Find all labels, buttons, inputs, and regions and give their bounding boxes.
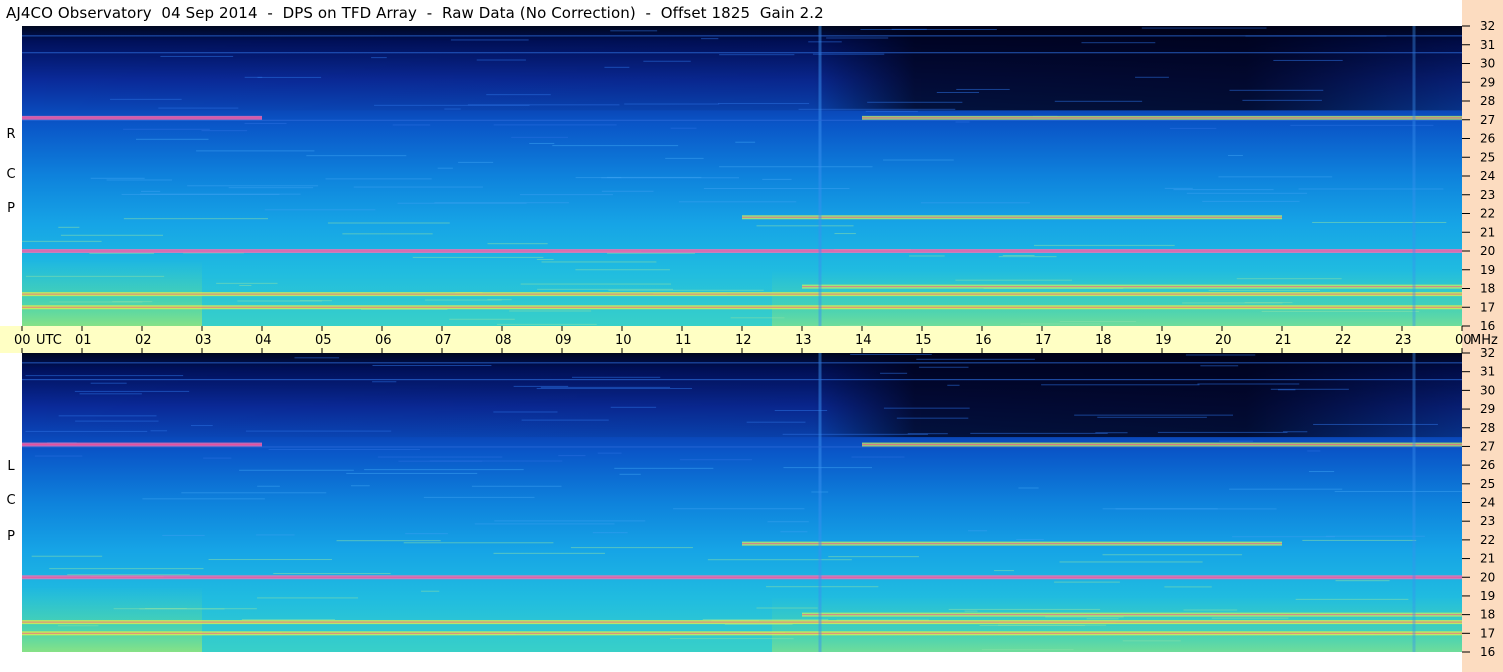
rcp-freq-tick-label: 24 [1480, 169, 1495, 183]
lcp-freq-tick-label: 25 [1480, 477, 1495, 491]
time-tick-label: 14 [855, 333, 872, 348]
lcp-freq-tick-label: 30 [1480, 383, 1495, 397]
lcp-freq-tick-label: 27 [1480, 439, 1495, 453]
rcp-freq-tick-label: 22 [1480, 207, 1495, 221]
rcp-freq-tick-label: 19 [1480, 263, 1495, 277]
lcp-freq-tick-label: 19 [1480, 589, 1495, 603]
rcp-freq-tick-label: 23 [1480, 188, 1495, 202]
time-tick-label: 21 [1275, 333, 1292, 348]
rcp-freq-tick-label: 28 [1480, 94, 1495, 108]
rcp-freq-tick-label: 25 [1480, 150, 1495, 164]
time-tick-label: 17 [1035, 333, 1052, 348]
time-tick-label: 05 [315, 333, 332, 348]
lcp-freq-tick-label: 20 [1480, 570, 1495, 584]
lcp-freq-tick-label: 17 [1480, 626, 1495, 640]
time-tick-label: 04 [255, 333, 272, 348]
time-tick-label: 08 [495, 333, 512, 348]
rcp-freq-tick-label: 27 [1480, 113, 1495, 127]
lcp-freq-tick-label: 29 [1480, 402, 1495, 416]
lcp-freq-tick-label: 26 [1480, 458, 1495, 472]
rcp-freq-tick-label: 29 [1480, 75, 1495, 89]
time-tick-label: 16 [975, 333, 992, 348]
time-tick-label: 19 [1155, 333, 1172, 348]
rcp-freq-tick-label: 16 [1480, 319, 1495, 333]
time-tick-label: 22 [1335, 333, 1352, 348]
time-tick-label: 11 [675, 333, 692, 348]
lcp-freq-tick-label: 22 [1480, 533, 1495, 547]
time-tick-label: 01 [75, 333, 92, 348]
time-tick-label: 00 [14, 333, 31, 348]
rcp-freq-tick-label: 31 [1480, 38, 1495, 52]
lcp-freq-tick-label: 24 [1480, 496, 1495, 510]
rcp-freq-tick-label: 17 [1480, 300, 1495, 314]
lcp-freq-tick-label: 16 [1480, 645, 1495, 659]
lcp-freq-tick-label: 32 [1480, 346, 1495, 360]
axes-overlay: 16 17 18 19 20 21 22 23 24 25 26 27 28 29 30 31 32 16 17 18… [14, 19, 1498, 659]
rcp-freq-tick-label: 26 [1480, 132, 1495, 146]
lcp-freq-tick-label: 23 [1480, 514, 1495, 528]
time-tick-label: 10 [615, 333, 632, 348]
rcp-freq-tick-label: 32 [1480, 19, 1495, 33]
rcp-freq-tick-label: 20 [1480, 244, 1495, 258]
lcp-freq-tick-label: 31 [1480, 365, 1495, 379]
rcp-freq-tick-label: 30 [1480, 57, 1495, 71]
lcp-freq-tick-label: 28 [1480, 421, 1495, 435]
lcp-freq-tick-label: 21 [1480, 552, 1495, 566]
frequency-unit-label: MHz [1470, 333, 1498, 348]
time-tick-label: 03 [195, 333, 212, 348]
time-tick-label: 15 [915, 333, 932, 348]
lcp-freq-tick-label: 18 [1480, 608, 1495, 622]
time-tick-label: 12 [735, 333, 752, 348]
time-tick-label: 13 [795, 333, 812, 348]
time-tick-label: 20 [1215, 333, 1232, 348]
time-tick-label: 06 [375, 333, 392, 348]
rcp-freq-tick-label: 21 [1480, 225, 1495, 239]
time-tick-label: 09 [555, 333, 572, 348]
rcp-freq-tick-label: 18 [1480, 282, 1495, 296]
time-unit-label: UTC [36, 333, 62, 348]
time-tick-label: 07 [435, 333, 452, 348]
time-tick-label: 18 [1095, 333, 1112, 348]
time-tick-label: 02 [135, 333, 152, 348]
time-tick-label: 23 [1395, 333, 1412, 348]
